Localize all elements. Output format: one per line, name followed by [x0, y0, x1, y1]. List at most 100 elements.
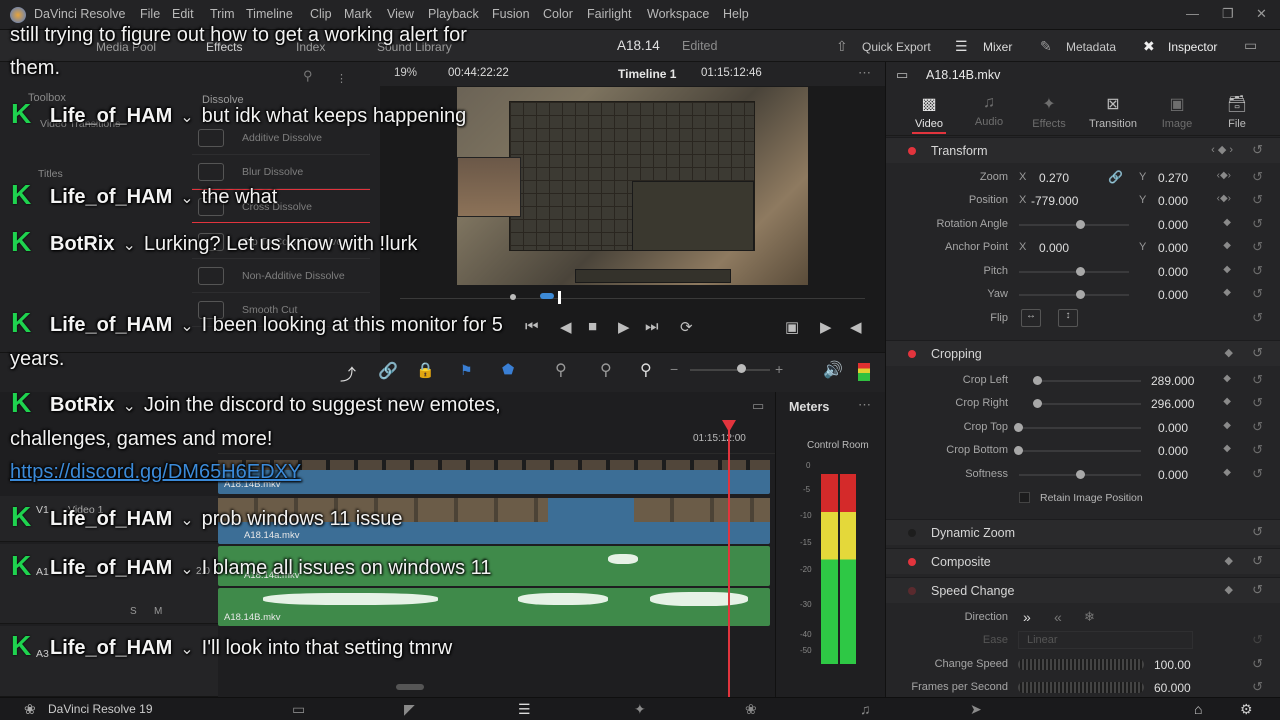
- speed-change-section[interactable]: Speed Change ◆ ↺: [886, 577, 1280, 603]
- enable-dot[interactable]: [908, 147, 916, 155]
- reset-icon[interactable]: ↺: [1252, 286, 1263, 302]
- close-icon[interactable]: ✕: [1256, 6, 1267, 22]
- keyframe-icon[interactable]: ◆: [1223, 264, 1231, 275]
- keyframe-nav-icon[interactable]: ‹ ◆ ›: [1211, 143, 1233, 156]
- reset-icon[interactable]: ↺: [1252, 524, 1263, 540]
- keyframe-icon[interactable]: ‹◆›: [1217, 170, 1231, 181]
- forward-icon[interactable]: »: [1023, 609, 1031, 625]
- enable-dot[interactable]: [908, 350, 916, 358]
- tab-audio[interactable]: ♫ Audio: [959, 94, 1019, 128]
- next-edit-icon[interactable]: ▶: [820, 318, 832, 336]
- crop-left-slider[interactable]: [1036, 380, 1141, 382]
- enable-dot[interactable]: [908, 558, 916, 566]
- reset-icon[interactable]: ↺: [1252, 372, 1263, 388]
- reset-icon[interactable]: ↺: [1252, 582, 1263, 598]
- anchor-x-field[interactable]: 0.000: [1039, 241, 1069, 255]
- reset-icon[interactable]: ↺: [1252, 239, 1263, 255]
- discord-link[interactable]: https://discord.gg/DM65H6EDXY: [10, 461, 301, 483]
- timeline-options-icon[interactable]: ▭: [752, 398, 764, 414]
- zoom-out-icon[interactable]: −: [670, 361, 678, 377]
- yaw-slider[interactable]: [1019, 294, 1129, 296]
- ease-dropdown[interactable]: Linear: [1018, 631, 1193, 649]
- fps-slider[interactable]: [1018, 682, 1144, 693]
- reset-icon[interactable]: ↺: [1252, 553, 1263, 569]
- zoom-slider-knob[interactable]: [737, 364, 746, 373]
- match-frame-icon[interactable]: ▣: [785, 318, 799, 336]
- keyframe-icon[interactable]: ◆: [1223, 287, 1231, 298]
- slider-knob[interactable]: [1033, 399, 1042, 408]
- skip-end-icon[interactable]: ⏭: [645, 318, 659, 335]
- pitch-slider[interactable]: [1019, 271, 1129, 273]
- crop-bottom-slider[interactable]: [1019, 450, 1141, 452]
- reverse-icon[interactable]: «: [1054, 609, 1062, 625]
- playhead-handle[interactable]: [558, 291, 561, 304]
- skip-start-icon[interactable]: ⏮: [525, 318, 539, 335]
- keyframe-icon[interactable]: ◆: [1223, 373, 1231, 384]
- reset-icon[interactable]: ↺: [1252, 442, 1263, 458]
- reset-icon[interactable]: ↺: [1252, 263, 1263, 279]
- reset-icon[interactable]: ↺: [1252, 216, 1263, 232]
- position-x-field[interactable]: -779.000: [1031, 194, 1078, 208]
- stop-icon[interactable]: ■: [588, 318, 597, 335]
- tab-file[interactable]: 🗃 File: [1207, 94, 1267, 130]
- zoom-in-icon[interactable]: +: [775, 361, 783, 377]
- zoom-detail-icon[interactable]: ⚲: [600, 360, 612, 380]
- titles-label[interactable]: Titles: [38, 168, 63, 180]
- enable-dot[interactable]: [908, 529, 916, 537]
- quick-export-button[interactable]: Quick Export: [862, 40, 931, 54]
- retain-checkbox[interactable]: [1019, 492, 1030, 503]
- playhead[interactable]: [728, 420, 730, 697]
- play-reverse-icon[interactable]: ◀: [560, 318, 572, 336]
- mixer-button[interactable]: Mixer: [983, 40, 1012, 54]
- rotation-slider[interactable]: [1019, 224, 1129, 226]
- flip-horizontal-icon[interactable]: ↔: [1021, 309, 1041, 327]
- more-options-icon[interactable]: ⋯: [858, 65, 871, 81]
- minimize-icon[interactable]: —: [1186, 6, 1199, 21]
- menu-help[interactable]: Help: [723, 7, 749, 21]
- keyframe-icon[interactable]: ◆: [1223, 240, 1231, 251]
- pitch-field[interactable]: 0.000: [1158, 265, 1188, 279]
- fps-field[interactable]: 60.000: [1154, 681, 1191, 695]
- menu-color[interactable]: Color: [543, 7, 573, 21]
- keyframe-icon[interactable]: ◆: [1223, 467, 1231, 478]
- keyframe-icon[interactable]: ◆: [1223, 443, 1231, 454]
- slider-knob[interactable]: [1014, 423, 1023, 432]
- keyframe-icon[interactable]: ◆: [1225, 583, 1233, 596]
- flip-vertical-icon[interactable]: ↕: [1058, 309, 1078, 327]
- rotation-field[interactable]: 0.000: [1158, 218, 1188, 232]
- fusion-page-icon[interactable]: ✦: [634, 701, 646, 718]
- keyframe-icon[interactable]: ◆: [1225, 346, 1233, 359]
- change-speed-field[interactable]: 100.00: [1154, 658, 1191, 672]
- tab-transition[interactable]: ⊠ Transition: [1083, 94, 1143, 130]
- meters-options-icon[interactable]: ⋯: [858, 397, 871, 413]
- freeze-icon[interactable]: ❄: [1084, 609, 1095, 625]
- speed-slider[interactable]: [1018, 659, 1144, 670]
- fairlight-page-icon[interactable]: ♫: [860, 701, 871, 717]
- cropping-section[interactable]: Cropping ◆ ↺: [886, 340, 1280, 366]
- prev-edit-icon[interactable]: ◀: [850, 318, 862, 336]
- audio-clip-a2[interactable]: A18.14B.mkv: [218, 588, 770, 626]
- reset-icon[interactable]: ↺: [1252, 345, 1263, 361]
- keyframe-icon[interactable]: ◆: [1225, 554, 1233, 567]
- slider-knob[interactable]: [1076, 290, 1085, 299]
- crop-left-field[interactable]: 289.000: [1151, 374, 1194, 388]
- enable-dot[interactable]: [908, 587, 916, 595]
- maximize-icon[interactable]: ❐: [1222, 6, 1234, 22]
- slider-knob[interactable]: [1014, 446, 1023, 455]
- keyframe-icon[interactable]: ◆: [1223, 217, 1231, 228]
- slider-knob[interactable]: [1033, 376, 1042, 385]
- reset-icon[interactable]: ↺: [1252, 192, 1263, 208]
- play-icon[interactable]: ▶: [618, 318, 630, 336]
- keyframe-icon[interactable]: ◆: [1223, 420, 1231, 431]
- transform-section[interactable]: Transform ‹ ◆ › ↺: [886, 137, 1280, 163]
- fullscreen-icon[interactable]: ▭: [1244, 37, 1257, 54]
- color-page-icon[interactable]: ❀: [745, 701, 757, 718]
- crop-top-slider[interactable]: [1019, 427, 1141, 429]
- composite-section[interactable]: Composite ◆ ↺: [886, 548, 1280, 574]
- crop-right-slider[interactable]: [1036, 403, 1141, 405]
- reset-icon[interactable]: ↺: [1252, 679, 1263, 695]
- settings-gear-icon[interactable]: ⚙: [1240, 701, 1253, 718]
- yaw-field[interactable]: 0.000: [1158, 288, 1188, 302]
- marker-icon[interactable]: [540, 293, 554, 299]
- metadata-button[interactable]: Metadata: [1066, 40, 1116, 54]
